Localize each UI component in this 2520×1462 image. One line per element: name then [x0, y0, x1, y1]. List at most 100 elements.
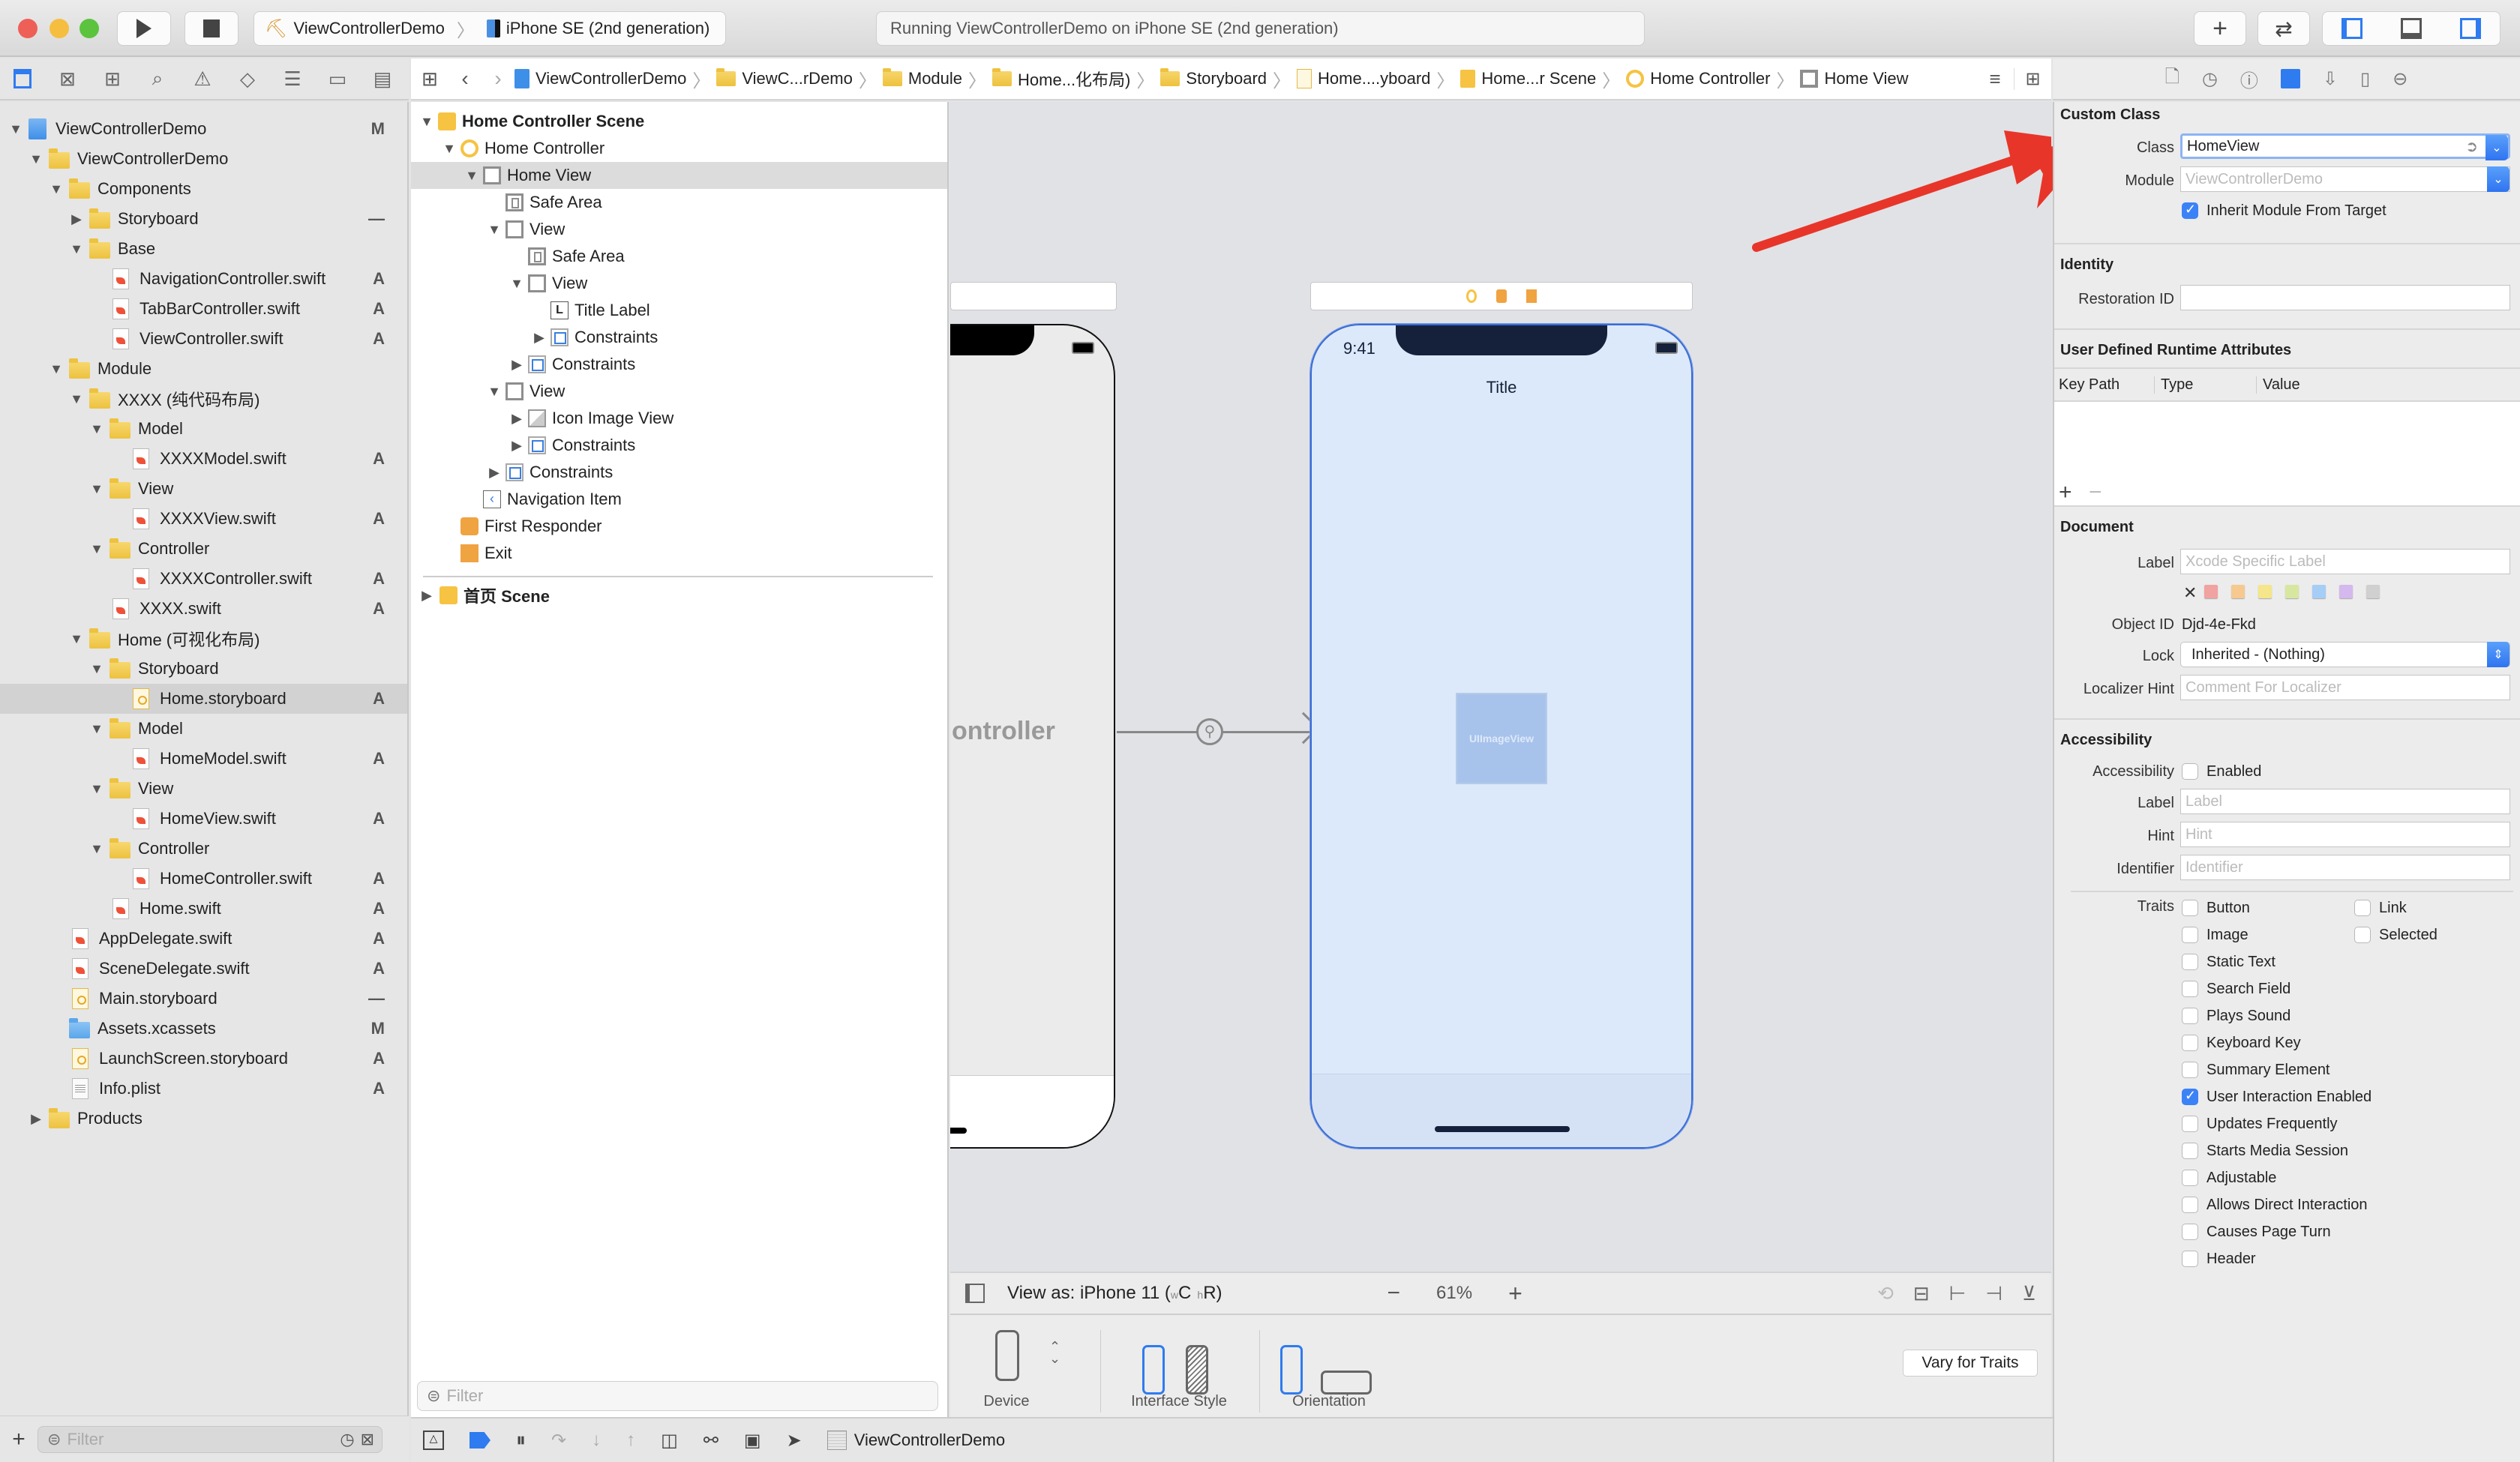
outline-item[interactable]: ▼ View [411, 216, 947, 243]
navigator-item[interactable]: ▼ View [0, 474, 407, 504]
library-button[interactable]: + [2194, 11, 2246, 46]
vary-for-traits-button[interactable]: Vary for Traits [1903, 1350, 2038, 1377]
acc-identifier-field[interactable]: Identifier [2180, 855, 2510, 880]
breakpoint-navigator-tab[interactable]: ▭ [315, 58, 360, 100]
color-label-swatch[interactable] [2312, 585, 2326, 598]
breadcrumb-item[interactable]: ViewControllerDemo [514, 69, 686, 88]
trait-checkbox[interactable] [2182, 1143, 2198, 1159]
color-label-swatch[interactable] [2231, 585, 2245, 598]
hide-debug-area-icon[interactable]: △ [423, 1431, 444, 1450]
disclosure-closed-icon[interactable]: ▶ [418, 588, 435, 604]
localizer-hint-field[interactable]: Comment For Localizer [2180, 675, 2510, 700]
left-scene-phone[interactable]: ontroller [950, 324, 1115, 1149]
disclosure-open-icon[interactable]: ▼ [88, 541, 105, 557]
disclosure-open-icon[interactable]: ▼ [508, 276, 525, 292]
zoom-window-button[interactable] [80, 19, 99, 38]
recent-files-icon[interactable]: ◷ [340, 1430, 354, 1449]
disclosure-closed-icon[interactable]: ▶ [508, 411, 525, 427]
breakpoints-toggle-icon[interactable] [470, 1432, 490, 1449]
trait-checkbox[interactable] [2354, 900, 2371, 916]
navigator-item[interactable]: Home.swift A [0, 894, 407, 924]
help-inspector-icon[interactable]: ⓘ [2240, 66, 2258, 92]
disclosure-open-icon[interactable]: ▼ [88, 781, 105, 797]
disclosure-open-icon[interactable]: ▼ [48, 181, 64, 197]
disclosure-open-icon[interactable]: ▼ [441, 141, 458, 157]
stop-button[interactable] [184, 11, 238, 46]
breadcrumb-item[interactable]: Home View [1800, 69, 1909, 88]
segue-icon[interactable]: ⚲ [1196, 718, 1223, 745]
disclosure-open-icon[interactable]: ▼ [28, 151, 44, 167]
landscape-orientation-icon[interactable] [1321, 1371, 1372, 1395]
report-navigator-tab[interactable]: ▤ [360, 58, 405, 100]
outline-toggle-icon[interactable] [965, 1284, 985, 1303]
trait-checkbox[interactable] [2182, 1062, 2198, 1078]
navigator-item[interactable]: ▼ Base [0, 234, 407, 264]
debug-navigator-tab[interactable]: ☰ [270, 58, 315, 100]
related-items-icon[interactable]: ⊞ [411, 67, 448, 91]
navigator-item[interactable]: ▼ Model [0, 714, 407, 744]
navigator-item[interactable]: Info.plist A [0, 1074, 407, 1104]
trait-checkbox[interactable] [2182, 1008, 2198, 1024]
disclosure-open-icon[interactable]: ▼ [68, 391, 85, 407]
trait-checkbox[interactable] [2354, 927, 2371, 943]
add-attribute-button[interactable]: + [2059, 480, 2072, 505]
navigator-item[interactable]: ▼ Storyboard [0, 654, 407, 684]
disclosure-closed-icon[interactable]: ▶ [508, 438, 525, 454]
outline-item[interactable]: ▶ Constraints [411, 432, 947, 459]
navigator-filter-input[interactable]: ⊜ Filter ◷ ⊠ [38, 1425, 382, 1453]
embed-in-stack-icon[interactable]: ⊟ [1913, 1282, 1930, 1305]
document-label-field[interactable]: Xcode Specific Label [2180, 549, 2510, 574]
navigator-item[interactable]: XXXX.swift A [0, 594, 407, 624]
home-view-phone[interactable]: 9:41 Title UIImageView [1310, 323, 1694, 1149]
disclosure-open-icon[interactable]: ▼ [486, 222, 502, 238]
outline-item[interactable]: ▼ Home Controller [411, 135, 947, 162]
find-navigator-tab[interactable]: ⌕ [135, 58, 180, 100]
resolve-issues-icon[interactable]: ⊻ [2022, 1282, 2036, 1305]
identity-inspector-icon[interactable] [2280, 69, 2300, 88]
light-mode-icon[interactable] [1142, 1345, 1165, 1395]
code-review-button[interactable]: ⇄ [2258, 11, 2310, 46]
breadcrumb-item[interactable]: Home Controller [1626, 69, 1770, 88]
outline-row-scene2[interactable]: ▶ 首页 Scene [411, 582, 947, 609]
disclosure-open-icon[interactable]: ▼ [48, 361, 64, 377]
remove-attribute-button[interactable]: − [2089, 480, 2102, 505]
navigator-item[interactable]: Home.storyboard A [0, 684, 407, 714]
trait-checkbox[interactable] [2182, 1197, 2198, 1213]
outline-item[interactable]: ‹ Navigation Item [411, 486, 947, 513]
dark-mode-icon[interactable] [1186, 1345, 1208, 1395]
trait-checkbox[interactable] [2182, 1170, 2198, 1186]
navigator-item[interactable]: ViewController.swift A [0, 324, 407, 354]
view-as-device[interactable]: View as: iPhone 11 ( w C h R) [1007, 1283, 1222, 1304]
inherit-module-checkbox[interactable] [2182, 202, 2198, 219]
connections-inspector-icon[interactable]: ⊖ [2392, 68, 2408, 90]
inspector-toggle-icon[interactable] [2459, 18, 2481, 39]
disclosure-closed-icon[interactable]: ▶ [486, 465, 502, 481]
navigator-item[interactable]: ▼ ViewControllerDemo M [0, 114, 407, 144]
breadcrumb-item[interactable]: Storyboard [1160, 68, 1267, 88]
restoration-id-field[interactable] [2180, 285, 2510, 310]
device-icon[interactable] [995, 1330, 1019, 1381]
run-button[interactable] [117, 11, 171, 46]
add-file-button[interactable]: + [0, 1427, 38, 1452]
navigator-item[interactable]: NavigationController.swift A [0, 264, 407, 294]
attributes-inspector-icon[interactable]: ⇩ [2323, 68, 2338, 90]
project-navigator-tab[interactable] [0, 58, 45, 100]
issue-navigator-tab[interactable]: ⚠ [180, 58, 225, 100]
trait-checkbox[interactable] [2182, 1224, 2198, 1240]
navigator-item[interactable]: ▼ XXXX (纯代码布局) [0, 384, 407, 414]
disclosure-open-icon[interactable]: ▼ [486, 384, 502, 400]
column-type[interactable]: Type [2155, 376, 2257, 394]
outline-item[interactable]: ▼ Home View [411, 162, 947, 189]
disclosure-open-icon[interactable]: ▼ [418, 114, 435, 130]
navigator-item[interactable]: LaunchScreen.storyboard A [0, 1044, 407, 1074]
trait-checkbox[interactable] [2182, 1251, 2198, 1267]
runtime-attributes-table[interactable] [2054, 402, 2520, 505]
forward-button[interactable]: › [482, 67, 514, 91]
trait-checkbox[interactable] [2182, 1116, 2198, 1132]
memory-graph-icon[interactable]: ⚯ [704, 1430, 718, 1452]
module-field[interactable]: ViewControllerDemo ⌄ [2180, 166, 2510, 192]
close-window-button[interactable] [18, 19, 38, 38]
trait-checkbox[interactable] [2182, 927, 2198, 943]
navigator-item[interactable]: HomeView.swift A [0, 804, 407, 834]
acc-label-field[interactable]: Label [2180, 789, 2510, 814]
